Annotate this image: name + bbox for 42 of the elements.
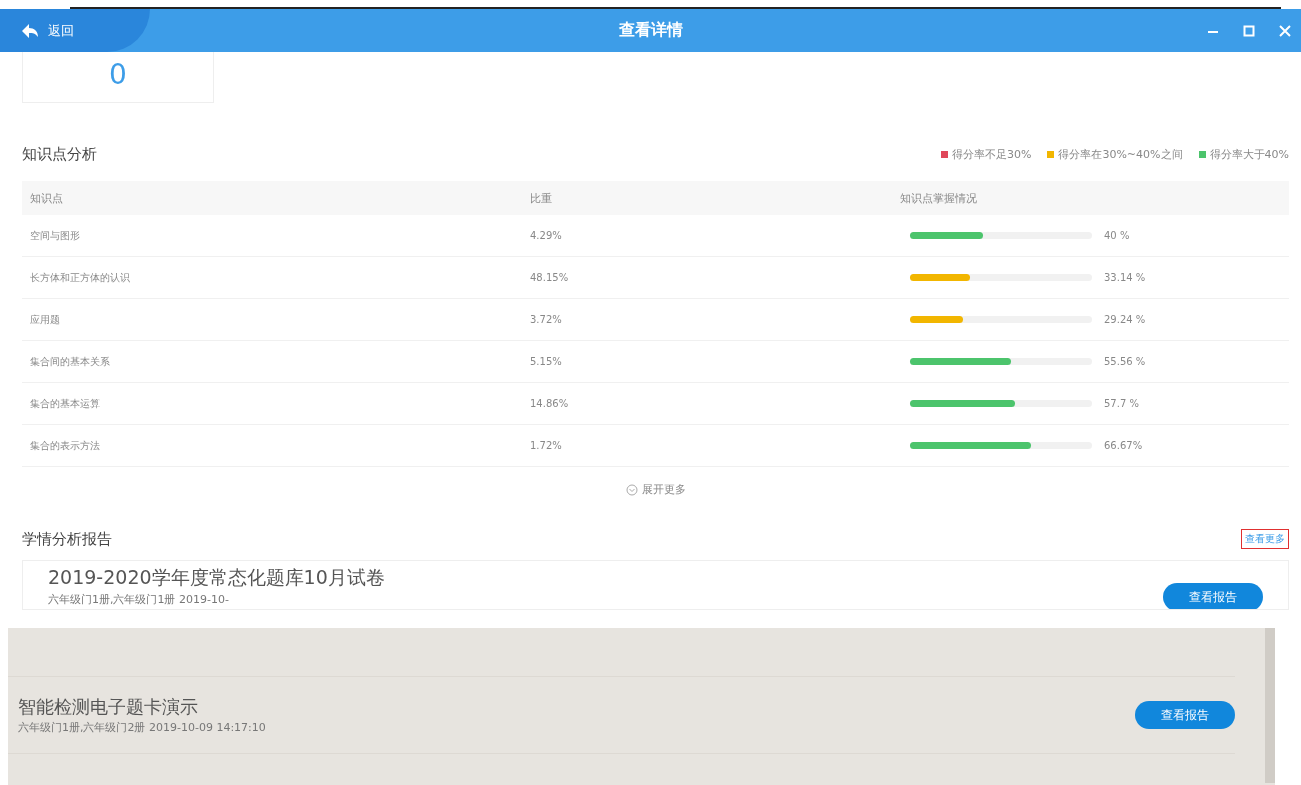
- table-cell-text: 5.15%: [529, 356, 563, 367]
- expand-circle-icon: [625, 483, 638, 496]
- percent-reading: 33.14 %: [1104, 272, 1146, 283]
- percent-reading: 66.67%: [1104, 440, 1143, 451]
- scrollbar[interactable]: [1265, 628, 1275, 783]
- percent-reading: 40 %: [1104, 230, 1130, 241]
- column-header: 知识点: [29, 190, 64, 206]
- view-report-button[interactable]: 查看报告: [1163, 583, 1263, 609]
- view-report-button[interactable]: 查看报告: [1135, 701, 1235, 729]
- table-cell-text: 48.15%: [529, 272, 570, 283]
- column-header: 比重: [529, 190, 553, 206]
- report-title: 智能检测电子题卡演示: [18, 695, 199, 719]
- stat-value: 0: [109, 57, 127, 93]
- percent-reading: 29.24 %: [1104, 314, 1146, 325]
- column-header: 知识点掌握情况: [899, 190, 978, 206]
- legend-label: 得分率在30%~40%之间: [1058, 146, 1183, 162]
- back-button[interactable]: 返回: [0, 9, 150, 52]
- table-cell-text: 4.29%: [529, 230, 563, 241]
- table-cell-text: 集合的基本运算: [29, 396, 101, 411]
- expand-more-button[interactable]: 展开更多: [619, 481, 692, 498]
- view-more-link[interactable]: 查看更多: [1241, 529, 1289, 549]
- report-meta: 六年级门1册,六年级门1册 2019-10-: [48, 593, 230, 607]
- percent-reading: 57.7 %: [1104, 398, 1139, 409]
- table-cell-text: 集合间的基本关系: [29, 354, 111, 369]
- table-cell-text: 14.86%: [529, 398, 570, 409]
- close-icon[interactable]: [1279, 24, 1291, 37]
- back-arrow-icon: [22, 23, 38, 38]
- table-cell-text: 空间与图形: [29, 228, 81, 243]
- report-meta: 六年级门1册,六年级门2册 2019-10-09 14:17:10: [18, 721, 266, 735]
- maximize-icon[interactable]: [1243, 24, 1255, 37]
- table-cell-text: 1.72%: [529, 440, 563, 451]
- table-cell-text: 长方体和正方体的认识: [29, 270, 131, 285]
- table-cell-text: 应用题: [29, 312, 61, 327]
- table-cell-text: 3.72%: [529, 314, 563, 325]
- percent-reading: 55.56 %: [1104, 356, 1146, 367]
- window-title: 查看详情: [618, 20, 683, 41]
- legend-label: 得分率大于40%: [1209, 146, 1289, 162]
- legend-label: 得分率不足30%: [951, 146, 1032, 162]
- report-title: 2019-2020学年度常态化题库10月试卷: [48, 565, 385, 590]
- section-title: 学情分析报告: [22, 529, 112, 549]
- table-cell-text: 集合的表示方法: [29, 438, 101, 453]
- section-title: 知识点分析: [22, 144, 97, 164]
